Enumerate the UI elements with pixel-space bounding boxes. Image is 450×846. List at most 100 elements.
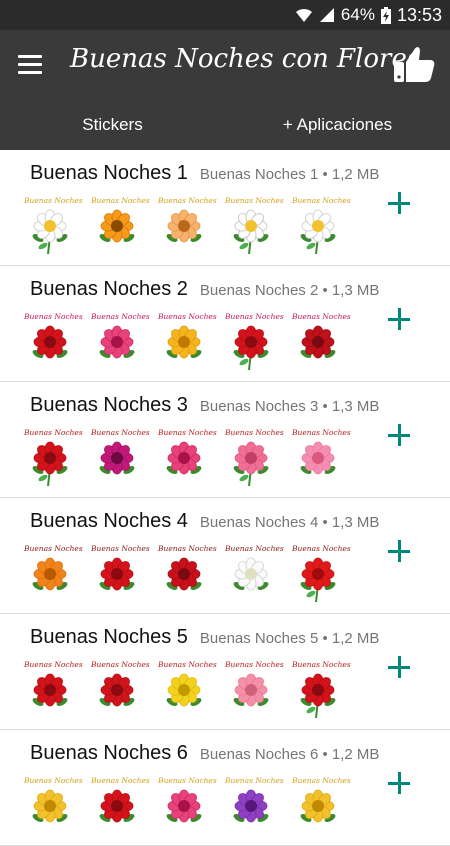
pack-meta-name: Buenas Noches 1 (199, 166, 319, 183)
pack-size: 1,2 MB (331, 166, 380, 183)
sticker-thumbnail: Buenas Noches (290, 660, 351, 722)
flower-icon (166, 325, 202, 359)
sticker-caption: Buenas Noches (91, 660, 150, 669)
sticker-thumbnail: Buenas Noches (89, 428, 150, 490)
meta-separator: • (318, 514, 332, 531)
add-pack-button[interactable] (386, 770, 412, 796)
tab-stickers[interactable]: Stickers (0, 100, 225, 150)
sticker-pack-row[interactable]: Buenas Noches 1 Buenas Noches 1 • 1,2 MB B… (0, 150, 450, 266)
flower-icon (166, 209, 202, 243)
wifi-icon (295, 8, 312, 22)
flower-icon (233, 789, 269, 823)
sticker-thumbnail: Buenas Noches (223, 428, 284, 490)
add-pack-button[interactable] (386, 306, 412, 332)
sticker-pack-row[interactable]: Buenas Noches 6 Buenas Noches 6 • 1,2 MB B… (0, 730, 450, 846)
pack-header: Buenas Noches 1 Buenas Noches 1 • 1,2 MB (30, 162, 379, 185)
sticker-pack-row[interactable]: Buenas Noches 3 Buenas Noches 3 • 1,3 MB B… (0, 382, 450, 498)
pack-size: 1,3 MB (331, 282, 380, 299)
sticker-caption: Buenas Noches (292, 776, 351, 785)
sticker-caption: Buenas Noches (91, 428, 150, 437)
pack-meta: Buenas Noches 2 • 1,3 MB (200, 282, 380, 299)
pack-title: Buenas Noches 1 (30, 162, 188, 184)
sticker-caption: Buenas Noches (91, 544, 150, 553)
sticker-caption: Buenas Noches (292, 428, 351, 437)
sticker-preview-strip: Buenas Noches Buenas Noches Buenas Noches B… (22, 196, 351, 258)
sticker-caption: Buenas Noches (24, 428, 83, 437)
sticker-thumbnail: Buenas Noches (290, 196, 351, 258)
pack-title: Buenas Noches 6 (30, 742, 188, 764)
flower-icon (300, 325, 336, 359)
pack-size: 1,3 MB (331, 398, 380, 415)
sticker-caption: Buenas Noches (292, 196, 351, 205)
clock: 13:53 (396, 4, 442, 25)
pack-title: Buenas Noches 5 (30, 626, 188, 648)
add-pack-button[interactable] (386, 654, 412, 680)
meta-separator: • (318, 398, 332, 415)
sticker-thumbnail: Buenas Noches (22, 660, 83, 722)
signal-icon (319, 8, 334, 22)
flower-icon (233, 441, 269, 487)
sticker-pack-row[interactable]: Buenas Noches 4 Buenas Noches 4 • 1,3 MB B… (0, 498, 450, 614)
sticker-thumbnail: Buenas Noches (223, 196, 284, 258)
flower-icon (166, 557, 202, 591)
flower-icon (32, 789, 68, 823)
sticker-caption: Buenas Noches (24, 660, 83, 669)
sticker-caption: Buenas Noches (158, 776, 217, 785)
app-bar: Buenas Noches con Flores (0, 30, 450, 100)
sticker-thumbnail: Buenas Noches (156, 428, 217, 490)
pack-meta-name: Buenas Noches 6 (199, 746, 319, 763)
menu-icon[interactable] (18, 55, 42, 75)
sticker-caption: Buenas Noches (91, 776, 150, 785)
sticker-thumbnail: Buenas Noches (290, 544, 351, 606)
pack-title: Buenas Noches 3 (30, 394, 188, 416)
pack-header: Buenas Noches 2 Buenas Noches 2 • 1,3 MB (30, 278, 379, 301)
sticker-thumbnail: Buenas Noches (156, 196, 217, 258)
pack-meta: Buenas Noches 6 • 1,2 MB (200, 746, 380, 763)
pack-header: Buenas Noches 4 Buenas Noches 4 • 1,3 MB (30, 510, 379, 533)
sticker-thumbnail: Buenas Noches (22, 776, 83, 838)
flower-icon (32, 673, 68, 707)
sticker-preview-strip: Buenas Noches Buenas Noches Buenas Noches B… (22, 544, 351, 606)
flower-icon (300, 209, 336, 255)
flower-icon (99, 441, 135, 475)
sticker-caption: Buenas Noches (24, 776, 83, 785)
sticker-caption: Buenas Noches (225, 312, 284, 321)
thumbs-up-icon[interactable] (392, 42, 436, 86)
flower-icon (166, 673, 202, 707)
meta-separator: • (318, 746, 332, 763)
pack-title: Buenas Noches 2 (30, 278, 188, 300)
pack-size: 1,2 MB (331, 630, 380, 647)
flower-icon (233, 557, 269, 591)
status-bar: 64% 13:53 (0, 0, 450, 30)
sticker-pack-row[interactable]: Buenas Noches 2 Buenas Noches 2 • 1,3 MB B… (0, 266, 450, 382)
pack-size: 1,3 MB (331, 514, 380, 531)
tab-aplicaciones[interactable]: + Aplicaciones (225, 100, 450, 150)
sticker-pack-list: Buenas Noches 1 Buenas Noches 1 • 1,2 MB B… (0, 150, 450, 846)
flower-icon (32, 441, 68, 487)
flower-icon (32, 325, 68, 359)
sticker-thumbnail: Buenas Noches (22, 196, 83, 258)
pack-meta-name: Buenas Noches 3 (199, 398, 319, 415)
flower-icon (99, 209, 135, 243)
sticker-caption: Buenas Noches (24, 544, 83, 553)
sticker-caption: Buenas Noches (158, 312, 217, 321)
flower-icon (300, 441, 336, 475)
flower-icon (99, 789, 135, 823)
pack-header: Buenas Noches 6 Buenas Noches 6 • 1,2 MB (30, 742, 379, 765)
sticker-caption: Buenas Noches (292, 312, 351, 321)
battery-percent: 64% (340, 5, 375, 24)
pack-title: Buenas Noches 4 (30, 510, 188, 532)
pack-meta: Buenas Noches 4 • 1,3 MB (200, 514, 380, 531)
sticker-caption: Buenas Noches (225, 428, 284, 437)
add-pack-button[interactable] (386, 422, 412, 448)
pack-meta: Buenas Noches 3 • 1,3 MB (200, 398, 380, 415)
status-icons: 64% 13:53 (295, 0, 442, 30)
add-pack-button[interactable] (386, 538, 412, 564)
sticker-preview-strip: Buenas Noches Buenas Noches Buenas Noches B… (22, 312, 351, 374)
pack-header: Buenas Noches 5 Buenas Noches 5 • 1,2 MB (30, 626, 379, 649)
pack-meta: Buenas Noches 1 • 1,2 MB (200, 166, 380, 183)
add-pack-button[interactable] (386, 190, 412, 216)
sticker-pack-row[interactable]: Buenas Noches 5 Buenas Noches 5 • 1,2 MB B… (0, 614, 450, 730)
sticker-preview-strip: Buenas Noches Buenas Noches Buenas Noches B… (22, 428, 351, 490)
sticker-thumbnail: Buenas Noches (156, 544, 217, 606)
